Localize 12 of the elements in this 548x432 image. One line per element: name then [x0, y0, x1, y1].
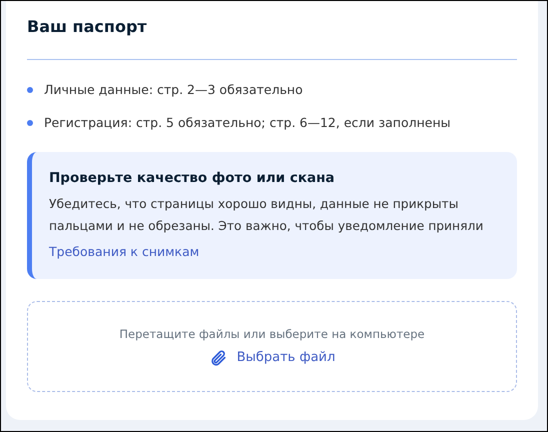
bullet-icon [27, 120, 33, 126]
choose-file-button[interactable]: Выбрать файл [208, 348, 336, 368]
requirements-link[interactable]: Требования к снимкам [49, 243, 200, 261]
notice-text: Убедитесь, что страницы хорошо видны, данные не прикрыты пальцами и не обрезаны. Это важно, чтобы уведомление приняли [49, 196, 484, 235]
bullet-icon [27, 87, 33, 93]
file-dropzone[interactable]: Перетащите файлы или выберите на компьютере Выбрать файл [27, 301, 517, 392]
section-title: Ваш паспорт [27, 16, 148, 38]
requirement-text: Личные данные: стр. 2—3 обязательно [44, 81, 303, 99]
dropzone-hint: Перетащите файлы или выберите на компьютере [119, 326, 425, 342]
paperclip-icon [208, 349, 227, 367]
requirement-text: Регистрация: стр. 5 обязательно; стр. 6—12, если заполнены [44, 114, 450, 132]
notice-title: Проверьте качество фото или скана [49, 169, 336, 188]
